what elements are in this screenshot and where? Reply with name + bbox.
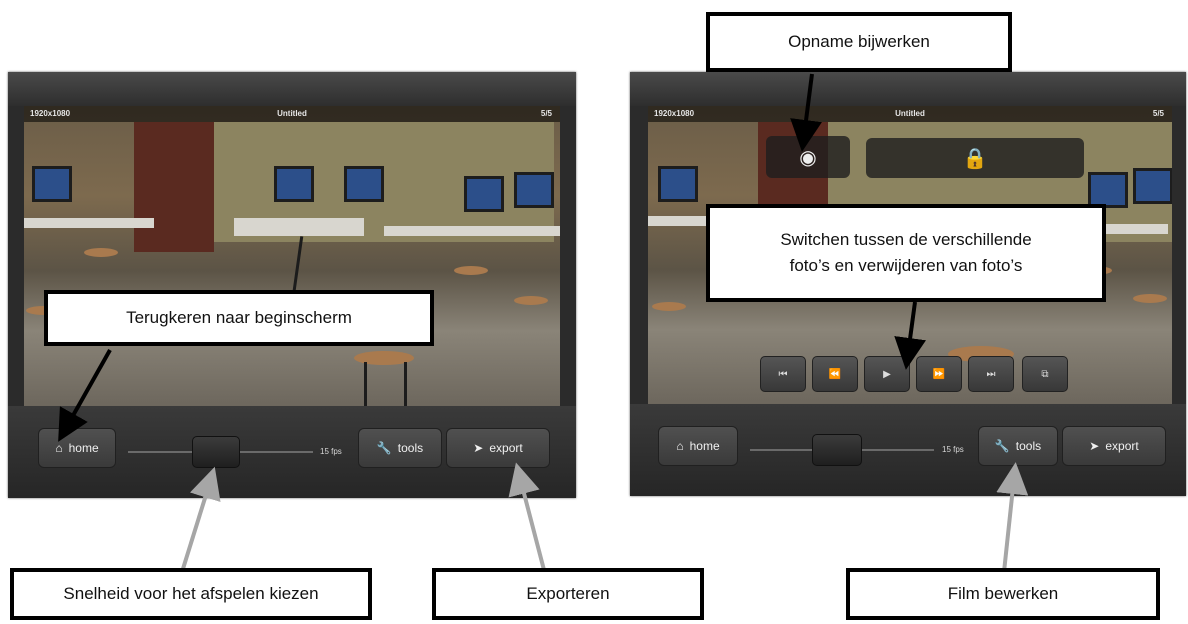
callout-speed: Snelheid voor het afspelen kiezen <box>10 568 372 620</box>
callout-export: Exporteren <box>432 568 704 620</box>
arrow-export <box>508 462 546 571</box>
callout-edit-text: Film bewerken <box>947 584 1059 603</box>
callout-edit: Film bewerken <box>846 568 1160 620</box>
arrow-switch <box>894 301 926 370</box>
arrow-home <box>58 349 112 442</box>
callout-update-text: Opname bijwerken <box>788 32 930 51</box>
callout-switch: Switchen tussen de verschillende foto’s … <box>706 204 1106 302</box>
callout-export-text: Exporteren <box>526 584 610 603</box>
callout-speed-text: Snelheid voor het afspelen kiezen <box>63 584 319 603</box>
callout-home-text: Terugkeren naar beginscherm <box>126 308 352 327</box>
arrow-speed <box>180 466 221 573</box>
arrow-edit <box>996 462 1029 573</box>
callout-update: Opname bijwerken <box>706 12 1012 72</box>
callout-switch-line2: foto’s en verwijderen van foto’s <box>789 256 1023 275</box>
callout-home: Terugkeren naar beginscherm <box>44 290 434 346</box>
callout-switch-line1: Switchen tussen de verschillende <box>780 230 1032 249</box>
arrow-update <box>790 73 822 152</box>
